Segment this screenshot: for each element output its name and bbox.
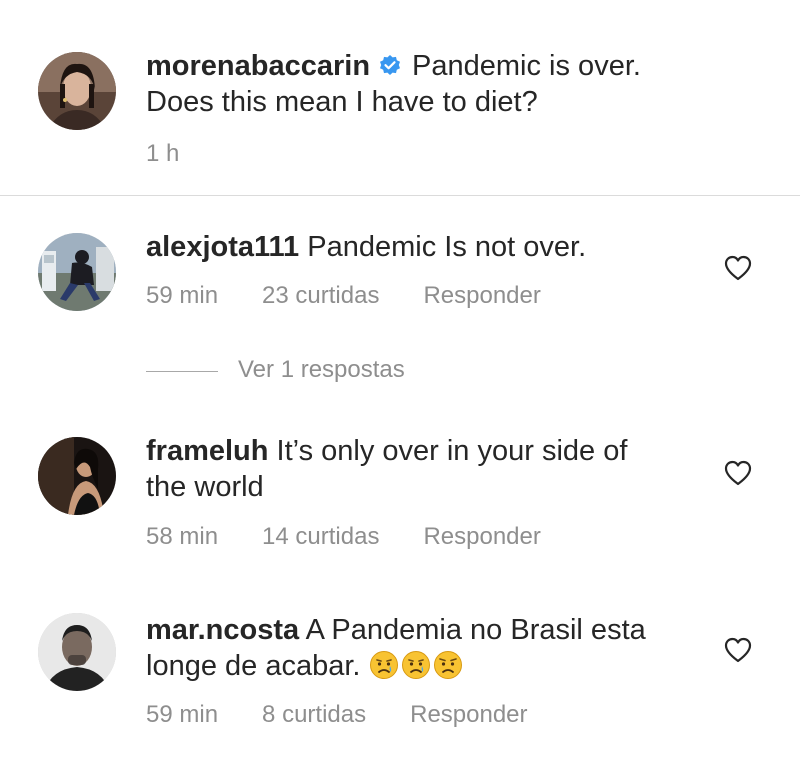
post-caption-line1: Pandemic is over. — [412, 50, 641, 82]
comment-text-line2: longe de acabar. — [146, 650, 361, 682]
like-heart-icon[interactable] — [724, 255, 752, 281]
comment-username[interactable]: mar.ncosta — [146, 614, 299, 646]
comment-text: alexjota111 Pandemic Is not over. — [146, 229, 586, 265]
comment-text: frameluh It’s only over in your side of … — [146, 433, 627, 505]
comment-likes[interactable]: 23 curtidas — [262, 282, 379, 310]
view-replies-label[interactable]: Ver 1 respostas — [238, 356, 405, 384]
comment-meta: 58 min 14 curtidas Responder — [146, 523, 541, 551]
comment-text-line2: the world — [146, 471, 264, 503]
comment-meta: 59 min 8 curtidas Responder — [146, 701, 528, 729]
worried-face-emoji-icon — [433, 650, 463, 680]
reply-button[interactable]: Responder — [423, 523, 540, 551]
post-caption-text: morenabaccarin Pandemic is over. Does thi… — [146, 48, 641, 120]
comment-likes[interactable]: 8 curtidas — [262, 701, 366, 729]
comment-likes[interactable]: 14 curtidas — [262, 523, 379, 551]
verified-badge-icon — [378, 54, 402, 78]
post-meta: 1 h — [146, 140, 179, 168]
comment-username[interactable]: alexjota111 — [146, 231, 299, 263]
post-time: 1 h — [146, 140, 180, 167]
reply-button[interactable]: Responder — [423, 282, 540, 310]
comment-text-line1: A Pandemia no Brasil esta — [305, 614, 646, 646]
avatar-morenabaccarin[interactable] — [38, 52, 116, 130]
avatar-alexjota111[interactable] — [38, 233, 116, 311]
comment-time: 59 min — [146, 282, 219, 309]
like-heart-icon[interactable] — [724, 637, 752, 663]
reply-button[interactable]: Responder — [410, 701, 527, 729]
comment-time: 58 min — [146, 523, 219, 550]
comment-username[interactable]: frameluh — [146, 435, 268, 467]
like-heart-icon[interactable] — [724, 460, 752, 486]
comment-text: mar.ncosta A Pandemia no Brasil esta lon… — [146, 612, 646, 684]
comment-text-line1: Pandemic Is not over. — [307, 231, 587, 263]
crying-face-emoji-icon — [369, 650, 399, 680]
comment-meta: 59 min 23 curtidas Responder — [146, 282, 541, 310]
divider — [0, 195, 800, 196]
view-replies-line — [146, 371, 218, 372]
crying-face-emoji-icon — [401, 650, 431, 680]
comment-text-line1: It’s only over in your side of — [276, 435, 628, 467]
comment-time: 59 min — [146, 701, 219, 728]
post-caption: morenabaccarin Pandemic is over. Does thi… — [0, 0, 800, 195]
post-caption-line2: Does this mean I have to diet? — [146, 86, 538, 118]
avatar-mar.ncosta[interactable] — [38, 613, 116, 691]
post-username[interactable]: morenabaccarin — [146, 50, 370, 82]
avatar-frameluh[interactable] — [38, 437, 116, 515]
